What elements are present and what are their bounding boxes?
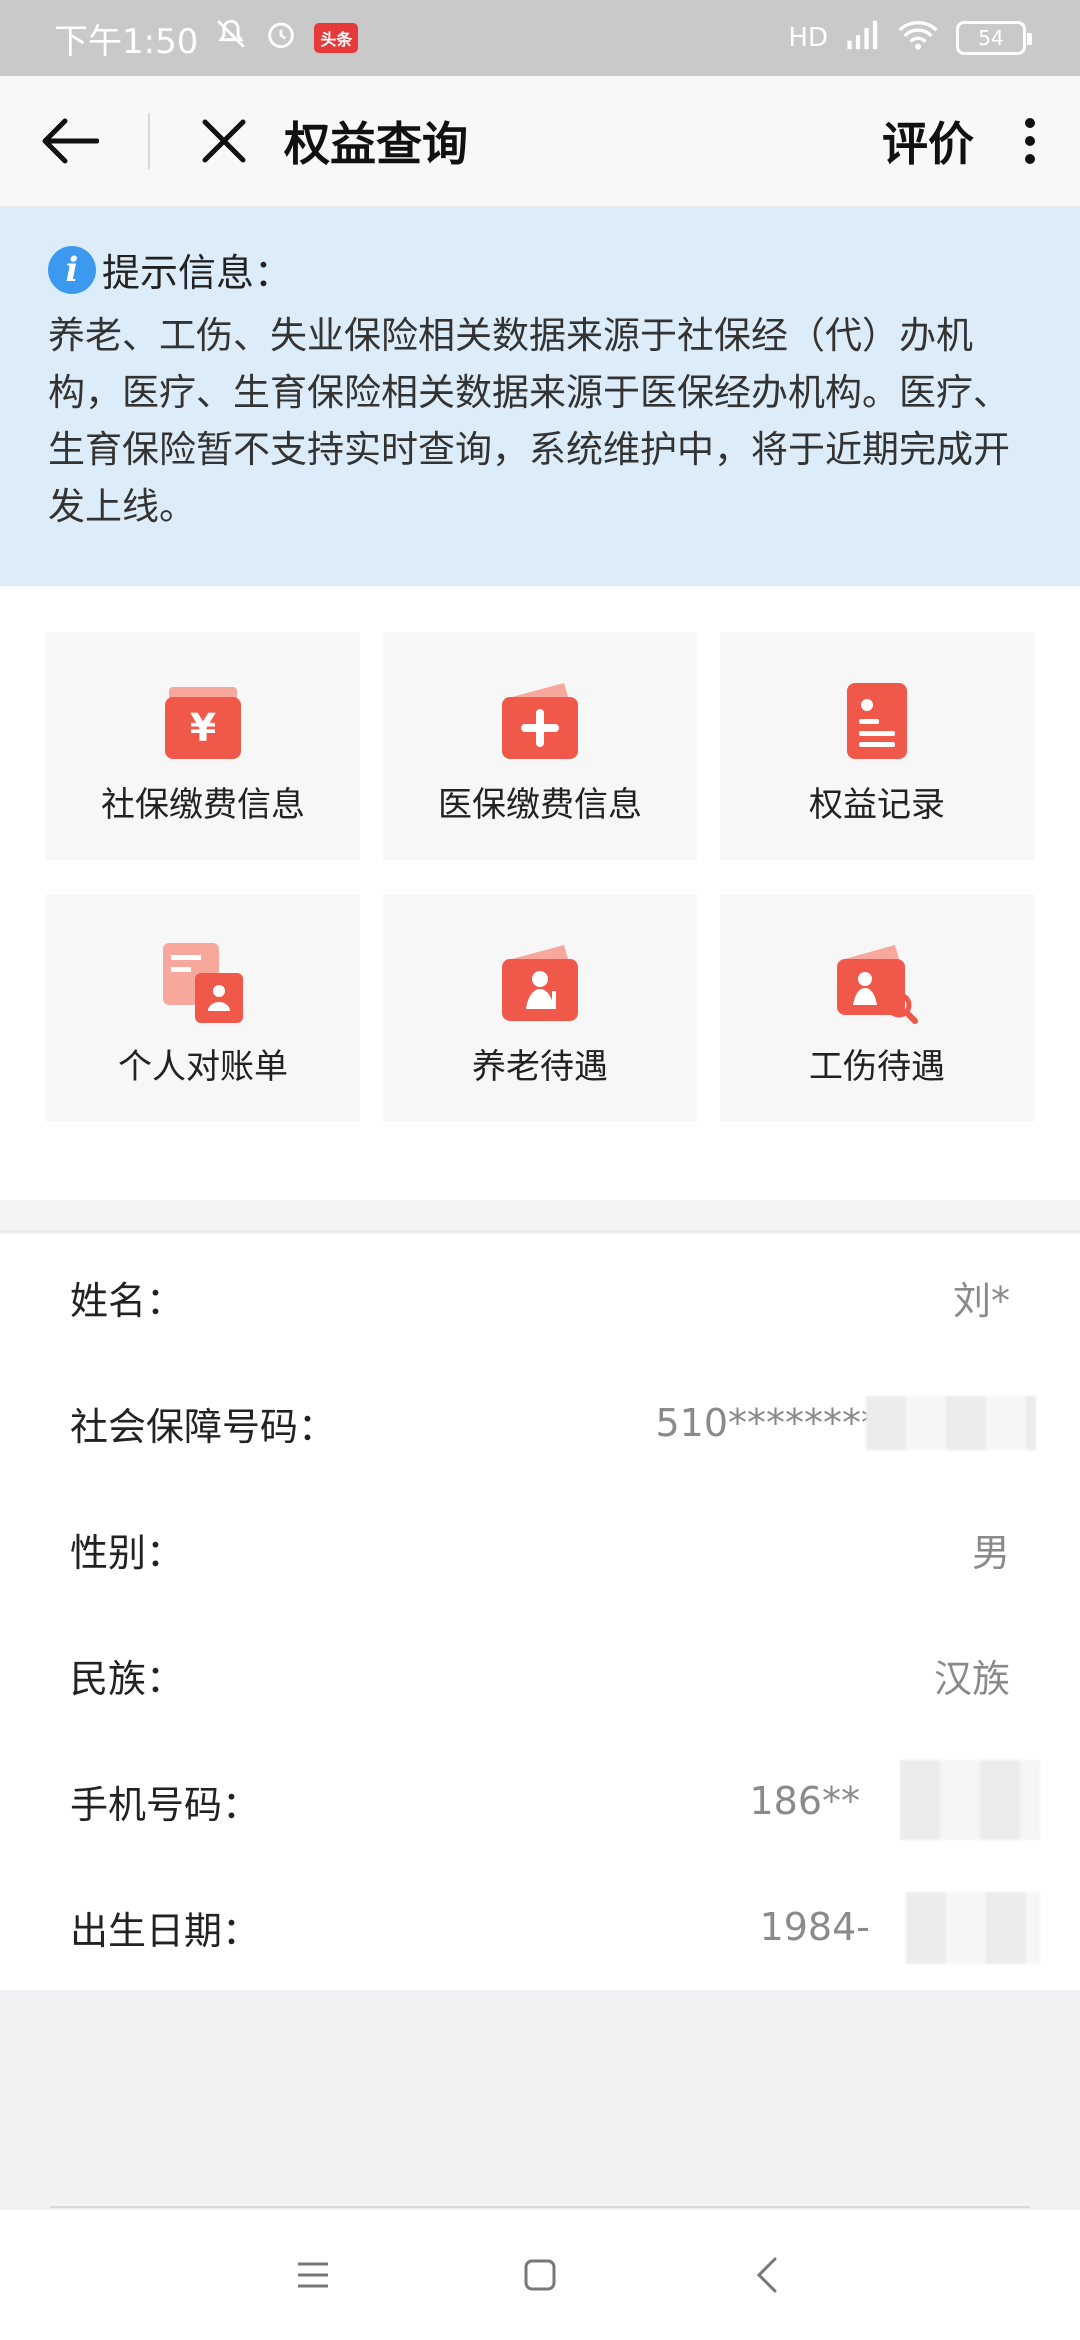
menu-icon [298, 2262, 329, 2288]
elderly-card-icon [502, 945, 578, 1021]
title-divider [148, 113, 150, 169]
empty-area [0, 1990, 1080, 2210]
recent-apps-button[interactable] [283, 2245, 343, 2305]
info-row-phone: 手机号码： 186** [0, 1738, 1080, 1864]
injury-search-icon [837, 945, 918, 1024]
battery-level: 54 [978, 26, 1004, 50]
close-icon [202, 119, 246, 163]
info-key: 民族： [70, 1656, 185, 1701]
function-grid: ¥ 社保缴费信息 医保缴费信息 权益记录 个人对账单 养老待遇 工伤待遇 [0, 586, 1080, 1200]
info-value: 汉族 [933, 1656, 1010, 1701]
info-row-birthdate: 出生日期： 1984- [0, 1864, 1080, 1990]
tile-label: 个人对账单 [118, 1047, 288, 1087]
tile-injury-benefit[interactable]: 工伤待遇 [720, 894, 1034, 1122]
info-value: 510******** [655, 1401, 880, 1445]
battery-icon: 54 [956, 21, 1032, 55]
more-dot [1025, 154, 1035, 164]
tile-label: 权益记录 [809, 785, 945, 825]
info-value: 男 [971, 1530, 1010, 1575]
news-app-icon: 头条 [314, 23, 359, 53]
info-key: 姓名： [70, 1278, 185, 1323]
tile-pension-benefit[interactable]: 养老待遇 [383, 894, 697, 1122]
info-value: 186** [749, 1779, 860, 1823]
more-dot [1025, 136, 1035, 146]
info-value: 刘* [952, 1278, 1010, 1323]
notice-panel: i 提示信息： 养老、工伤、失业保险相关数据来源于社保经（代）办机构，医疗、生育… [0, 208, 1080, 586]
alarm-icon [264, 17, 298, 60]
notice-body: 养老、工伤、失业保险相关数据来源于社保经（代）办机构，医疗、生育保险相关数据来源… [48, 314, 1010, 528]
page-title: 权益查询 [284, 117, 468, 171]
more-menu-button[interactable] [1010, 101, 1050, 181]
info-key: 性别： [70, 1530, 185, 1575]
yuan-card-icon: ¥ [165, 687, 241, 759]
system-back-button[interactable] [737, 2245, 797, 2305]
info-row-social-id: 社会保障号码： 510******** [0, 1360, 1080, 1486]
tile-label: 养老待遇 [472, 1047, 608, 1087]
home-button[interactable] [510, 2245, 570, 2305]
medical-card-icon [502, 683, 578, 759]
tile-personal-statement[interactable]: 个人对账单 [46, 894, 360, 1122]
system-nav-bar [0, 2210, 1080, 2340]
tile-rights-record[interactable]: 权益记录 [720, 632, 1034, 860]
tile-label: 医保缴费信息 [438, 785, 642, 825]
tile-label: 工伤待遇 [809, 1047, 945, 1087]
tile-medical-payment[interactable]: 医保缴费信息 [383, 632, 697, 860]
masked-region [906, 1892, 1040, 1964]
info-key: 手机号码： [70, 1782, 261, 1827]
info-row-gender: 性别： 男 [0, 1486, 1080, 1612]
tile-social-payment[interactable]: ¥ 社保缴费信息 [46, 632, 360, 860]
network-type: HD [788, 23, 828, 53]
status-time: 下午1:50 [54, 21, 199, 62]
info-key: 出生日期： [70, 1908, 261, 1953]
notice-title: 提示信息： [102, 251, 293, 295]
mute-icon [214, 17, 248, 60]
record-icon [847, 683, 907, 759]
back-button[interactable] [30, 101, 110, 181]
bottom-divider [50, 2206, 1030, 2208]
masked-region [866, 1396, 1036, 1450]
personal-info-list: 姓名： 刘* 社会保障号码： 510******** 性别： 男 民族： 汉族 … [0, 1234, 1080, 1990]
title-bar: 权益查询 评价 [0, 76, 1080, 208]
status-bar: 下午1:50 头条 HD 54 [0, 0, 1080, 76]
section-separator [0, 1200, 1080, 1232]
rate-button[interactable]: 评价 [882, 108, 974, 174]
info-key: 社会保障号码： [70, 1404, 337, 1449]
info-icon: i [48, 245, 96, 294]
more-dot [1025, 118, 1035, 128]
tile-label: 社保缴费信息 [101, 785, 305, 825]
square-icon [524, 2259, 556, 2291]
masked-region [900, 1760, 1040, 1840]
info-row-ethnicity: 民族： 汉族 [0, 1612, 1080, 1738]
info-row-name: 姓名： 刘* [0, 1234, 1080, 1360]
signal-icon [846, 20, 880, 57]
wifi-icon [898, 20, 938, 57]
svg-text:¥: ¥ [190, 706, 216, 750]
chevron-left-icon [756, 2257, 777, 2293]
info-value: 1984- [759, 1905, 870, 1949]
statement-icon [163, 943, 243, 1023]
arrow-left-icon [42, 118, 99, 164]
close-button[interactable] [192, 109, 256, 173]
